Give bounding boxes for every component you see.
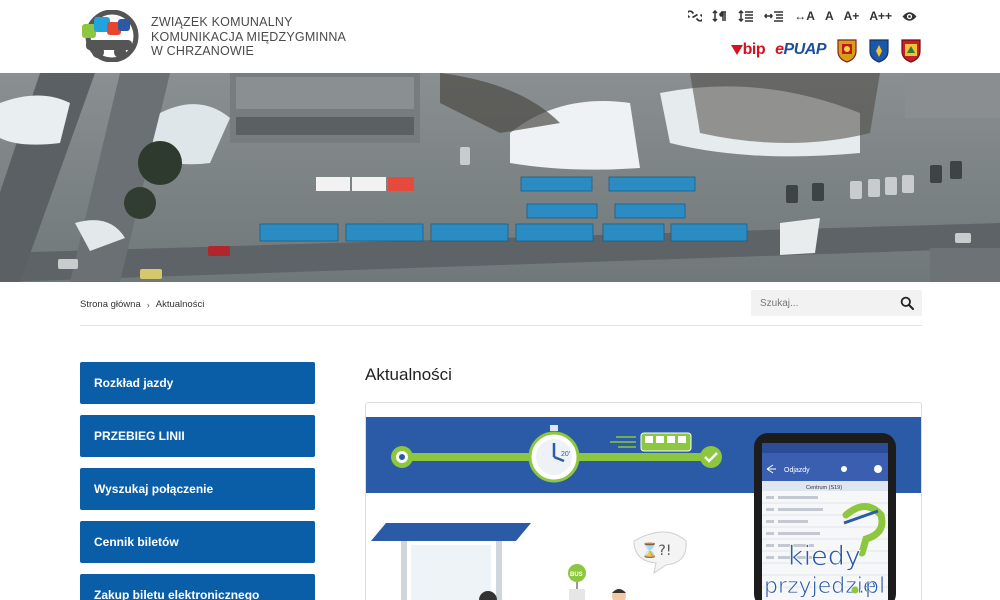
district-crest-icon[interactable] [900,37,922,63]
section-divider [80,325,922,326]
sidebar-item-e-ticket[interactable]: Zakup biletu elektronicznego [80,574,315,600]
gmina-crest-icon[interactable] [868,37,890,63]
breadcrumb: Strona główna › Aktualności [80,299,204,310]
search-icon[interactable] [900,296,914,310]
sidebar-item-routes[interactable]: PRZEBIEG LINII [80,415,315,457]
sidebar-item-journey-planner[interactable]: Wyszukaj połączenie [80,468,315,510]
bip-label: bip [742,41,766,58]
logo-icon[interactable] [80,9,140,63]
timer-label: 20' [561,451,570,458]
bip-link[interactable]: bip [730,41,766,59]
search-input[interactable] [751,290,891,316]
contrast-eye-icon[interactable] [897,11,922,22]
phone-subheader-label: Centrum (S19) [806,485,842,491]
org-name-line-1: ZWIĄZEK KOMUNALNY [151,15,293,29]
bip-logo-icon [730,45,743,55]
org-name-line-3: W CHRZANOWIE [151,44,255,58]
hero-banner-image [0,73,1000,282]
speech-bubble-text: ⌛?! [641,542,671,559]
organization-name[interactable]: ZWIĄZEK KOMUNALNY KOMUNIKACJA MIĘDZYGMIN… [151,15,346,59]
font-size-reset[interactable]: ↔A [789,8,820,24]
epuap-label-e: e [775,41,784,58]
font-size-normal[interactable]: A [820,8,839,24]
sidebar-item-timetable[interactable]: Rozkład jazdy [80,362,315,404]
phone-header-label: Odjazdy [784,467,810,474]
breadcrumb-separator: › [146,299,150,310]
brand-line-1: kiedy [788,541,861,572]
org-name-line-2: KOMUNIKACJA MIĘDZYGMINNA [151,29,347,44]
accessibility-toolbar: ↔A A A+ A++ [683,8,922,24]
letter-spacing-icon[interactable] [759,10,789,22]
epuap-label-rest: PUAP [783,41,827,58]
news-article-card[interactable]: 20' BUS ⌛?! Odjazdy Centrum (S19) kiedy … [365,402,922,600]
line-height-icon[interactable] [707,10,733,22]
breadcrumb-current: Aktualności [155,299,205,310]
brand-suffix: .pl [858,574,885,599]
page-title: Aktualności [365,365,452,384]
epuap-link[interactable]: ePUAP [775,41,826,59]
paragraph-spacing-icon[interactable] [733,10,759,22]
breadcrumb-bar: Strona główna › Aktualności [80,290,922,320]
font-size-xlarge[interactable]: A++ [864,8,897,24]
font-size-large[interactable]: A+ [839,8,865,24]
city-crest-icon[interactable] [836,37,858,63]
sidebar-item-ticket-prices[interactable]: Cennik biletów [80,521,315,563]
article-image[interactable]: 20' BUS ⌛?! Odjazdy Centrum (S19) kiedy … [366,403,922,600]
institution-links: bip ePUAP [730,36,922,64]
link-highlight-icon[interactable] [683,10,707,22]
sidebar-nav: Rozkład jazdy PRZEBIEG LINII Wyszukaj po… [80,362,315,600]
breadcrumb-home-link[interactable]: Strona główna [80,299,141,310]
search-box [751,290,922,316]
site-header: ZWIĄZEK KOMUNALNY KOMUNIKACJA MIĘDZYGMIN… [0,0,1000,73]
bus-sign-label: BUS [570,572,583,578]
